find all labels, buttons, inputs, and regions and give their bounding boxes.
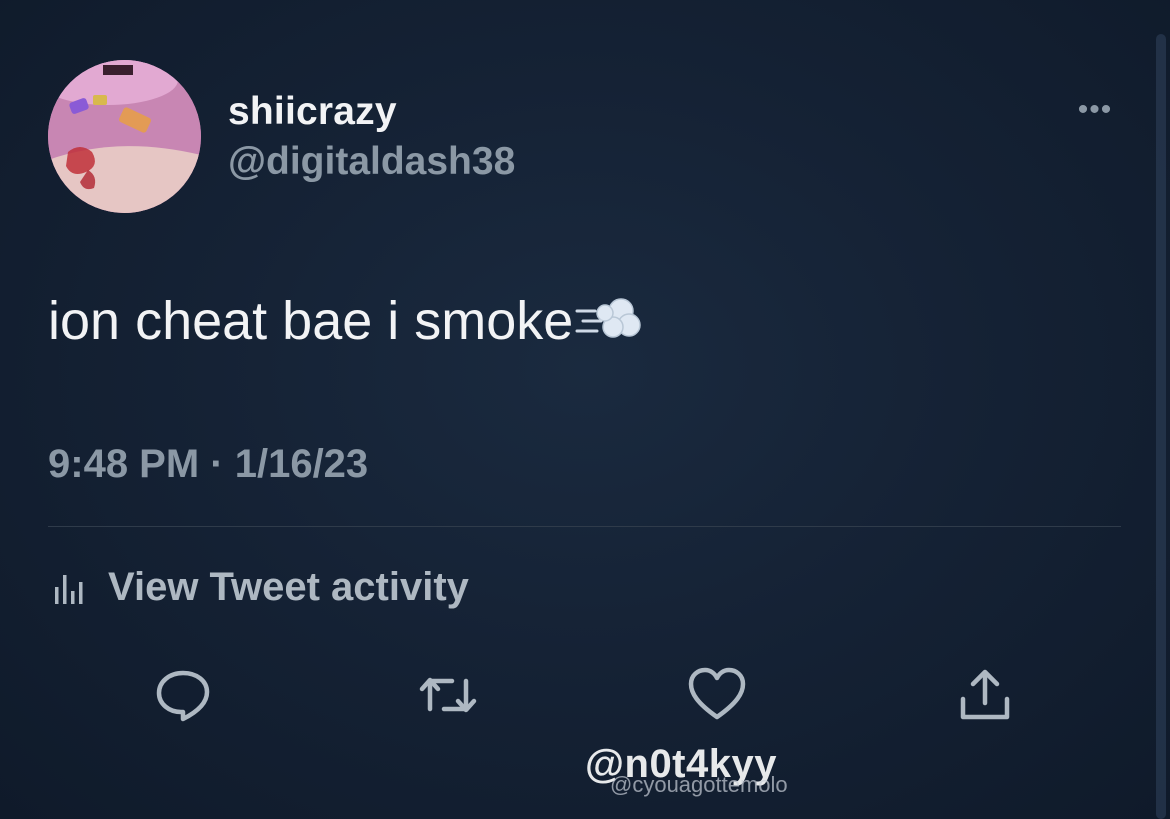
tweet-body: ion cheat bae i smoke [48,291,574,351]
view-tweet-activity-link[interactable]: View Tweet activity [52,565,469,610]
avatar-image [48,60,201,213]
avatar[interactable] [48,60,201,213]
retweet-button[interactable] [418,665,478,725]
share-button[interactable] [955,665,1015,725]
tweet-text: ion cheat bae i smoke [48,290,645,352]
like-icon [688,667,746,720]
watermark-sub: @cyouagottemolo [610,772,788,797]
user-handle[interactable]: @digitaldash38 [228,140,515,184]
reply-icon [156,670,210,722]
dash-emoji-icon [575,298,642,338]
retweet-icon [419,677,477,713]
display-name[interactable]: shiicrazy [228,90,397,134]
activity-label: View Tweet activity [108,565,469,609]
divider [48,526,1121,527]
analytics-icon [55,574,83,604]
share-icon [960,669,1010,720]
more-options-button[interactable]: ••• [1070,93,1120,126]
reply-button[interactable] [153,665,213,725]
tweet-timestamp[interactable]: 9:48 PM · 1/16/23 [48,442,368,487]
scrollbar[interactable] [1156,34,1166,819]
like-button[interactable] [687,665,747,725]
more-icon: ••• [1077,93,1113,126]
